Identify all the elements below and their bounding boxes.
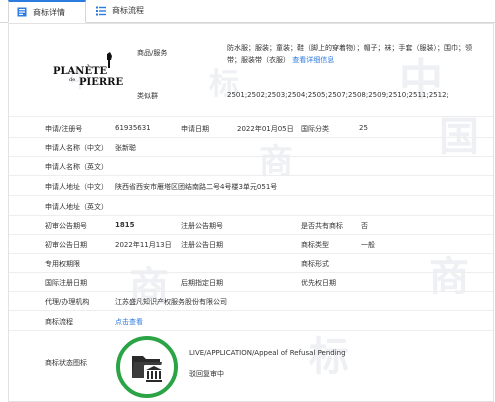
divider <box>9 137 493 138</box>
divider <box>9 291 493 292</box>
applicant-name-en-label: 申请人名称（英文） <box>45 163 108 171</box>
divider <box>9 253 493 254</box>
applicant-addr-cn-label: 申请人地址（中文） <box>45 183 108 191</box>
priority-date-label: 优先权日期 <box>301 279 336 287</box>
applicant-name-cn-value: 张新聪 <box>115 144 136 152</box>
svg-text:PIERRE: PIERRE <box>79 77 123 88</box>
divider <box>9 234 493 235</box>
status-en: LIVE/APPLICATION/Appeal of Refusal Pendi… <box>189 349 346 357</box>
goods-value: 防水服；服装；童装；鞋（脚上的穿着物）；帽子；袜；手套（服装）；围巾；领带；服装… <box>227 44 472 64</box>
folder-court-icon <box>116 336 178 398</box>
reg-no-value: 61935631 <box>115 124 151 132</box>
divider <box>9 195 493 196</box>
tab-trademark-flow[interactable]: 商标流程 <box>88 0 166 21</box>
divider <box>9 116 493 117</box>
trademark-detail-card: 中 标 中 国 商 商 商 标 PLANÈTE de PIERRE 商品/服务 … <box>8 23 494 402</box>
prelim-pub-no-label: 初审公告期号 <box>45 222 87 230</box>
mark-form-label: 商标形式 <box>301 260 329 268</box>
tab-bar: 商标详情 商标流程 <box>0 0 495 23</box>
status-cn: 驳回复审中 <box>189 370 224 378</box>
divider <box>9 156 493 157</box>
prelim-pub-no-value: 1815 <box>115 221 135 229</box>
applicant-name-cn-label: 申请人名称（中文） <box>45 144 108 152</box>
tab-trademark-detail[interactable]: 商标详情 <box>8 0 86 23</box>
view-flow-link[interactable]: 点击查看 <box>115 317 143 327</box>
class-value: 25 <box>359 124 368 132</box>
reg-no-label: 申请/注册号 <box>45 125 83 133</box>
tab-label: 商标详情 <box>33 7 65 17</box>
trademark-detail-icon <box>17 7 27 17</box>
prelim-pub-date-label: 初审公告日期 <box>45 241 87 249</box>
divider <box>9 175 493 176</box>
applicant-addr-cn-value: 陕西省西安市雁塔区团结南路二号4号楼3单元051号 <box>115 183 278 191</box>
status-icon-label: 商标状态图标 <box>45 359 87 367</box>
mark-type-value: 一般 <box>361 241 375 249</box>
mark-type-label: 商标类型 <box>301 241 329 249</box>
similar-group-label: 类似群 <box>137 92 158 100</box>
goods-label: 商品/服务 <box>137 49 168 57</box>
divider <box>9 310 493 311</box>
later-designation-date-label: 后期指定日期 <box>181 279 223 287</box>
view-detail-link[interactable]: 查看详细信息 <box>292 56 334 64</box>
shared-mark-label: 是否共有商标 <box>301 222 343 230</box>
divider <box>9 272 493 273</box>
reg-pub-no-label: 注册公告期号 <box>181 222 223 230</box>
list-icon <box>96 6 106 16</box>
apply-date-label: 申请日期 <box>181 125 209 133</box>
flow-label: 商标流程 <box>45 318 73 326</box>
svg-text:de: de <box>69 77 75 83</box>
trademark-logo: PLANÈTE de PIERRE <box>39 30 129 110</box>
apply-date-value: 2022年01月05日 <box>237 125 294 133</box>
tab-label: 商标流程 <box>112 6 144 15</box>
prelim-pub-date-value: 2022年11月13日 <box>115 241 172 249</box>
exclusive-period-label: 专用权期限 <box>45 260 80 268</box>
reg-pub-date-label: 注册公告日期 <box>181 241 223 249</box>
divider <box>9 215 493 216</box>
shared-mark-value: 否 <box>361 222 368 230</box>
agent-value: 江苏盛凡知识产权服务股份有限公司 <box>115 298 227 306</box>
applicant-addr-en-label: 申请人地址（英文） <box>45 203 108 211</box>
svg-text:PLANÈTE: PLANÈTE <box>53 65 108 77</box>
divider <box>9 330 493 331</box>
similar-group-value: 2501;2502;2503;2504;2505;2507;2508;2509;… <box>227 91 449 99</box>
intl-reg-date-label: 国际注册日期 <box>45 279 87 287</box>
class-label: 国际分类 <box>301 125 329 133</box>
agent-label: 代理/办理机构 <box>45 298 90 306</box>
watermark: 国 <box>439 113 479 160</box>
